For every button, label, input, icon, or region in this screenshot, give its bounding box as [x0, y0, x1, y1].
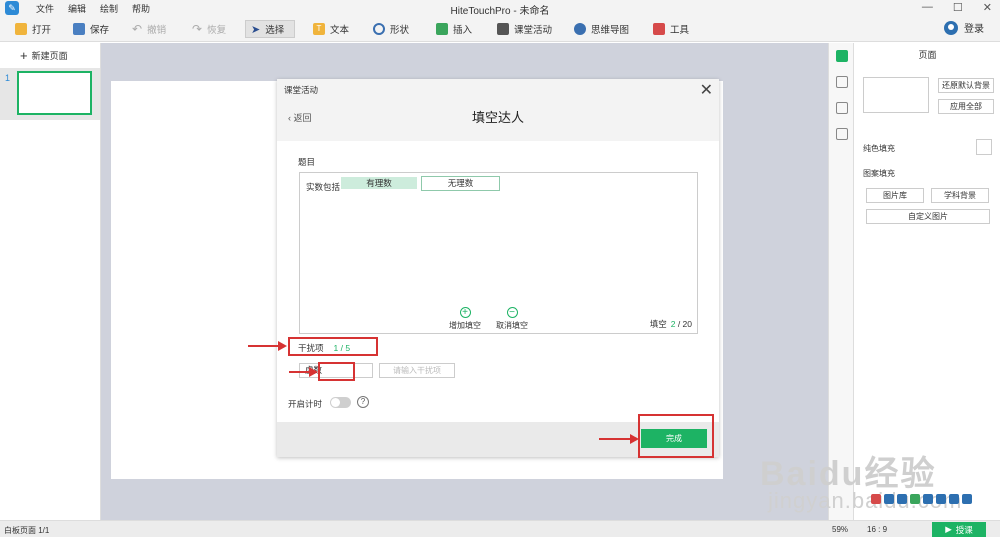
blank-item[interactable]: 有理数 [341, 177, 417, 189]
tray-icon-3[interactable] [897, 494, 907, 504]
solid-fill-color-picker[interactable] [976, 139, 992, 155]
annotation-arrow-done [599, 434, 639, 444]
timer-label: 开启计时 [288, 399, 323, 409]
add-blank-button[interactable]: + 增加填空 [449, 307, 481, 331]
timer-toggle[interactable] [330, 397, 351, 408]
pin-icon[interactable] [836, 76, 848, 88]
help-icon[interactable]: ? [357, 396, 369, 408]
dialog-title: 填空达人 [471, 110, 524, 125]
plus-circle-icon: + [459, 307, 471, 318]
open-button[interactable]: 打开 [10, 20, 56, 38]
bottom-tray-icons [871, 494, 972, 504]
solid-fill-label: 纯色填充 [863, 144, 895, 153]
page-thumbnail[interactable] [17, 71, 92, 115]
annotation-arrow-input [289, 367, 318, 377]
question-editor[interactable]: 实数包括 有理数 无理数 + 增加填空 − 取消填空 填空 2 / 20 [299, 172, 698, 334]
mindmap-icon [574, 23, 586, 35]
tools-button[interactable]: 工具 [648, 20, 694, 38]
tray-icon-1[interactable] [871, 494, 881, 504]
tray-icon-5[interactable] [923, 494, 933, 504]
question-text: 实数包括 [306, 182, 341, 192]
page-number: 1 [5, 73, 11, 83]
activity-icon [497, 23, 509, 35]
minus-circle-icon: − [506, 307, 518, 318]
tray-icon-4[interactable] [910, 494, 920, 504]
tray-icon-2[interactable] [884, 494, 894, 504]
page-info: 白板页面 1/1 [4, 526, 50, 535]
new-distractor-input[interactable]: 请输入干扰项 [379, 363, 455, 378]
title-bar: ✎ 文件 编辑 绘制 帮助 HiteTouchPro - 未命名 — ☐ ✕ [0, 0, 1000, 17]
minimize-button[interactable]: — [922, 1, 933, 14]
class-activity-dialog: 课堂活动 ✕ ‹ 返回 填空达人 题目 实数包括 有理数 无理数 + 增加填空 … [277, 79, 719, 457]
insert-button[interactable]: 插入 [431, 20, 477, 38]
panel-title: 页面 [918, 50, 937, 60]
shape-button[interactable]: 形状 [368, 20, 414, 38]
resources-icon[interactable] [836, 128, 848, 140]
shape-icon [373, 23, 385, 35]
redo-button[interactable]: ↷ 恢复 [187, 20, 231, 38]
aspect-ratio[interactable]: 16 : 9 [867, 525, 887, 534]
annotation-box-input [318, 362, 355, 381]
restore-default-bg-button[interactable]: 还原默认背景 [938, 78, 994, 93]
play-icon: ▶ [945, 524, 952, 534]
custom-image-button[interactable]: 自定义图片 [866, 209, 990, 224]
text-icon: T [313, 23, 325, 35]
user-avatar-icon [944, 20, 958, 35]
text-button[interactable]: T 文本 [308, 20, 354, 38]
save-button[interactable]: 保存 [68, 20, 114, 38]
cursor-icon: ➤ [251, 23, 261, 36]
maximize-button[interactable]: ☐ [953, 1, 963, 14]
login-button[interactable]: 登录 [944, 20, 984, 35]
close-icon[interactable]: ✕ [700, 80, 713, 100]
mindmap-button[interactable]: 思维导图 [569, 20, 634, 38]
blank-item-active[interactable]: 无理数 [421, 176, 500, 191]
main-toolbar: 打开 保存 ↶ 撤销 ↷ 恢复 ➤ 选择 T 文本 形状 插入 课堂活动 思维导… [0, 16, 1000, 42]
save-icon [73, 23, 85, 35]
remove-blank-button[interactable]: − 取消填空 [496, 307, 528, 331]
tray-icon-7[interactable] [949, 494, 959, 504]
class-activity-button[interactable]: 课堂活动 [492, 20, 557, 38]
folder-icon [15, 23, 27, 35]
zoom-level[interactable]: 59% [832, 525, 848, 534]
window-controls: — ☐ ✕ [922, 1, 992, 14]
background-preview [863, 77, 929, 113]
dialog-caption: 课堂活动 [284, 85, 319, 95]
layers-icon[interactable] [836, 102, 848, 114]
page-list-pane: + 新建页面 1 [0, 43, 101, 520]
redo-icon: ↷ [192, 22, 203, 36]
page-settings-icon[interactable] [836, 50, 848, 62]
tray-icon-6[interactable] [936, 494, 946, 504]
window-title: HiteTouchPro - 未命名 [450, 6, 550, 17]
status-bar: 白板页面 1/1 59% 16 : 9 ▶ 授课 [0, 520, 1000, 537]
toolbox-icon [653, 23, 665, 35]
new-page-button[interactable]: + 新建页面 [20, 48, 68, 63]
insert-image-icon [436, 23, 448, 35]
pattern-fill-label: 图案填充 [863, 169, 895, 178]
undo-button[interactable]: ↶ 撤销 [127, 20, 171, 38]
close-window-button[interactable]: ✕ [983, 1, 992, 14]
annotation-box-done [638, 414, 714, 458]
select-button[interactable]: ➤ 选择 [245, 20, 295, 38]
apply-all-button[interactable]: 应用全部 [938, 99, 994, 114]
annotation-arrow-distractor [248, 341, 287, 351]
page-thumbnail-row[interactable]: 1 [0, 68, 100, 120]
blank-counter: 填空 2 / 20 [649, 319, 692, 329]
plus-icon: + [20, 48, 28, 63]
subject-bg-button[interactable]: 学科背景 [931, 188, 989, 203]
question-label: 题目 [298, 157, 316, 167]
tray-icon-8[interactable] [962, 494, 972, 504]
gallery-button[interactable]: 图片库 [866, 188, 924, 203]
undo-icon: ↶ [132, 22, 143, 36]
annotation-box-distractor [288, 337, 378, 356]
start-class-button[interactable]: ▶ 授课 [932, 522, 986, 537]
